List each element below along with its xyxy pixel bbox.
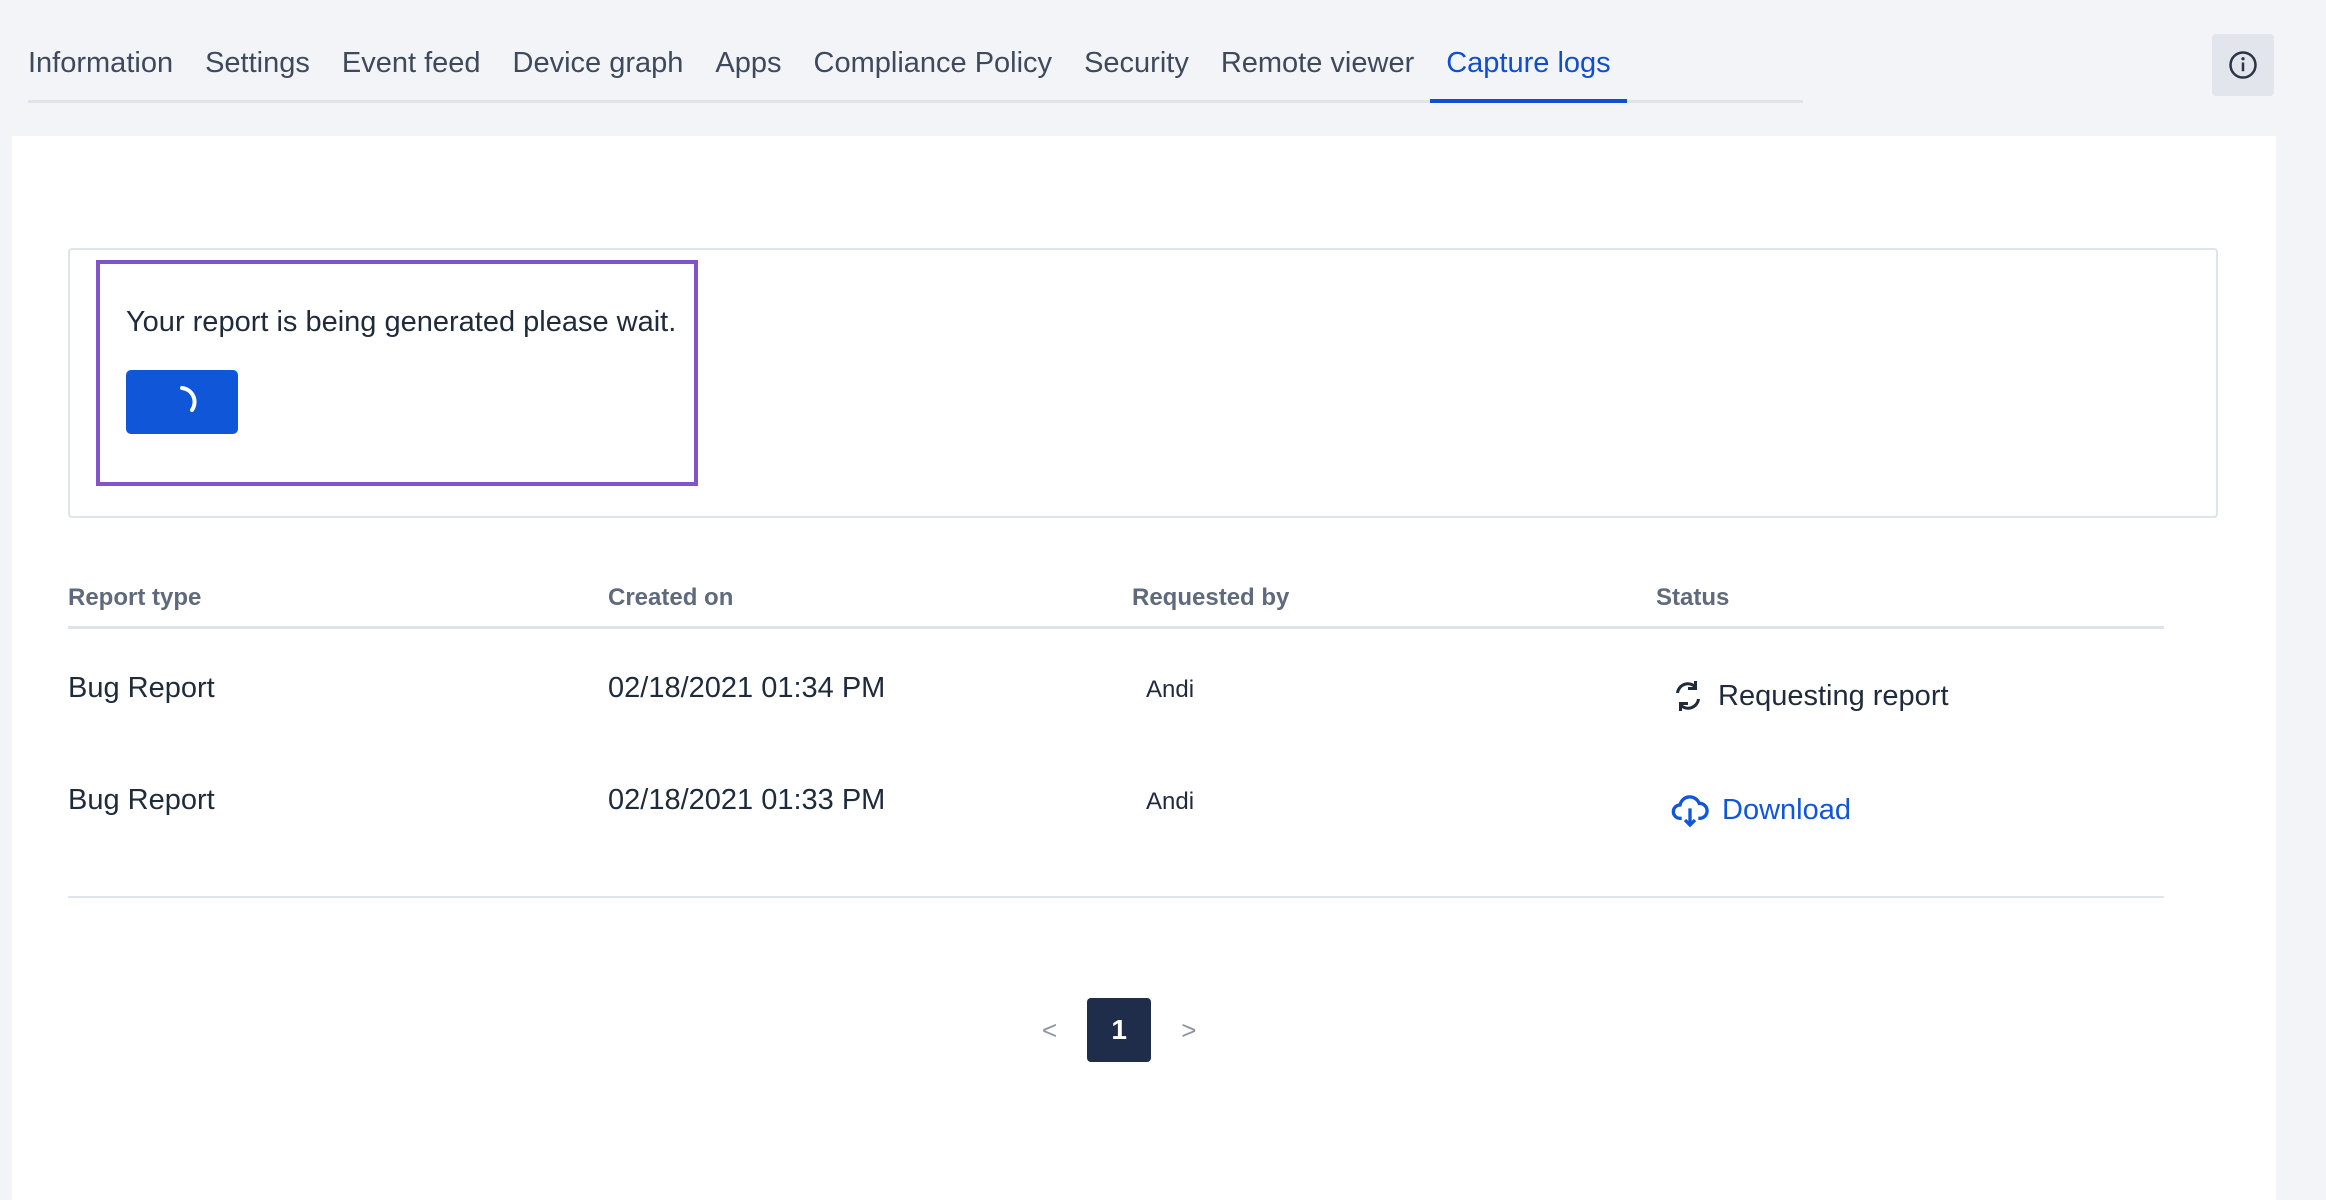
info-icon [2229,51,2257,79]
next-page-button[interactable]: > [1181,1015,1196,1046]
status-cell: Requesting report [1670,678,1949,714]
column-created-on[interactable]: Created on [608,584,733,612]
tab-remote-viewer[interactable]: Remote viewer [1205,40,1430,100]
tab-security[interactable]: Security [1068,40,1205,100]
tab-event-feed[interactable]: Event feed [326,40,497,100]
table-divider [68,896,2164,898]
column-requested-by[interactable]: Requested by [1132,584,1289,612]
pagination: < 1 > [1042,998,1196,1062]
cloud-download-icon [1671,795,1709,828]
tab-settings[interactable]: Settings [189,40,326,100]
tab-capture-logs[interactable]: Capture logs [1430,40,1627,103]
download-label: Download [1722,793,1851,826]
table-row: Bug Report 02/18/2021 01:33 PM Andi Down… [68,768,2164,868]
table-row: Bug Report 02/18/2021 01:34 PM Andi Requ… [68,656,2164,756]
tab-apps[interactable]: Apps [699,40,797,100]
requested-by-cell: Andi [1146,788,1195,815]
report-type-cell: Bug Report [68,672,215,704]
created-on-cell: 02/18/2021 01:33 PM [608,784,886,816]
column-status[interactable]: Status [1656,584,1729,612]
report-type-cell: Bug Report [68,784,215,816]
page-1-button[interactable]: 1 [1087,998,1152,1062]
table-header: Report type Created on Requested by Stat… [68,584,2164,629]
capture-logs-panel: Your report is being generated please wa… [12,136,2276,1200]
spinner-icon [180,386,197,412]
column-report-type[interactable]: Report type [68,584,201,612]
tab-device-graph[interactable]: Device graph [497,40,700,100]
generate-report-button[interactable] [126,370,238,434]
status-label: Requesting report [1718,679,1949,712]
previous-page-button[interactable]: < [1042,1015,1057,1046]
download-link[interactable]: Download [1670,790,1851,830]
tab-compliance-policy[interactable]: Compliance Policy [798,40,1069,100]
tab-bar: Information Settings Event feed Device g… [28,40,1803,103]
requested-by-cell: Andi [1146,676,1195,703]
info-button[interactable] [2212,34,2274,96]
refresh-icon [1676,681,1700,711]
report-status-message: Your report is being generated please wa… [126,306,677,338]
created-on-cell: 02/18/2021 01:34 PM [608,672,886,704]
tab-information[interactable]: Information [28,40,189,100]
